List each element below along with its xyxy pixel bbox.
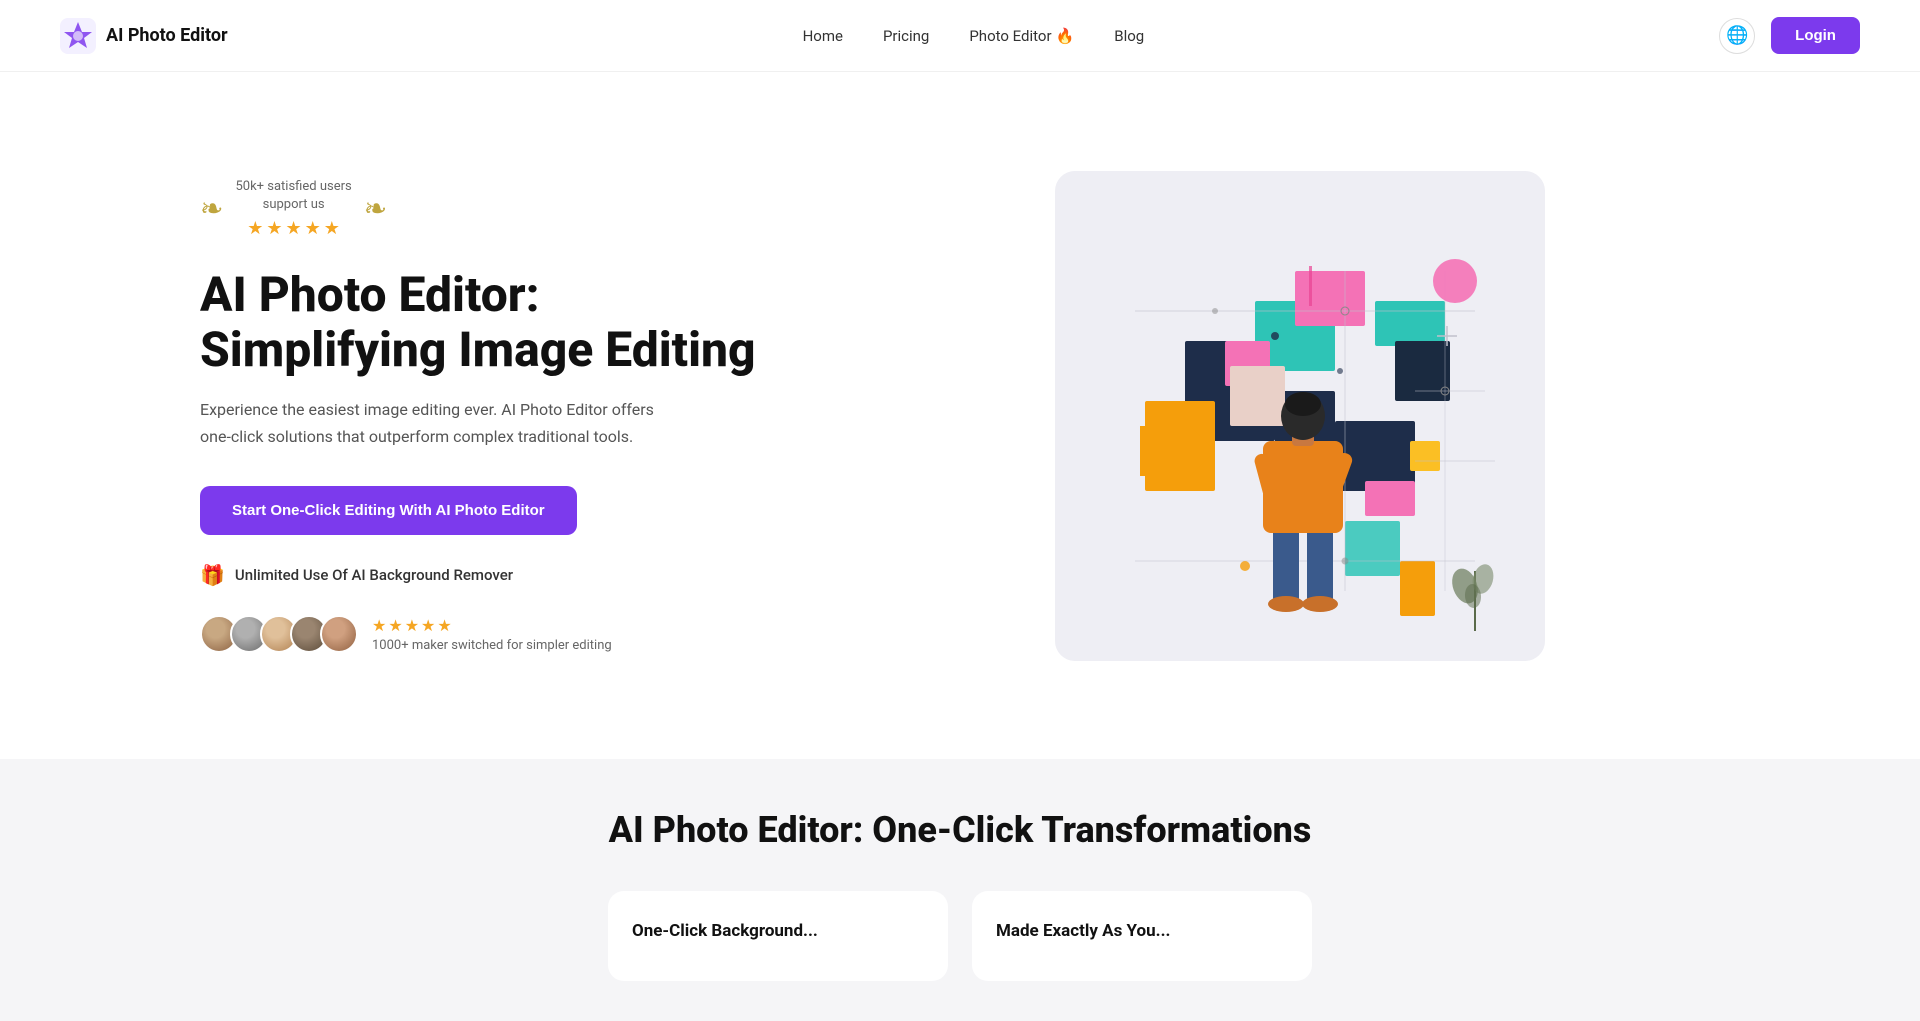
badge-text-line2: support us [263, 196, 325, 214]
nav-right: 🌐 Login [1719, 17, 1860, 54]
makers-stars: ★ ★ ★ ★ ★ [372, 616, 612, 635]
free-feature-text: Unlimited Use Of AI Background Remover [235, 566, 513, 584]
feature-card-2: Made Exactly As You... [972, 891, 1312, 981]
hero-description: Experience the easiest image editing eve… [200, 397, 680, 450]
nav-home[interactable]: Home [803, 27, 843, 45]
hero-image [1055, 171, 1545, 661]
brand-name: AI Photo Editor [106, 25, 228, 46]
star-5: ★ [324, 218, 340, 239]
badge-text-block: 50k+ satisfied users support us ★ ★ ★ ★ … [235, 178, 351, 239]
hero-section: ❧ 50k+ satisfied users support us ★ ★ ★ … [0, 72, 1920, 759]
hero-title: AI Photo Editor: Simplifying Image Editi… [200, 267, 760, 377]
makers-star-5: ★ [437, 616, 451, 635]
star-4: ★ [305, 218, 321, 239]
feature-card-1: One-Click Background... [608, 891, 948, 981]
avatars-group [200, 615, 358, 653]
makers-star-3: ★ [405, 616, 419, 635]
brand[interactable]: AI Photo Editor [60, 18, 228, 54]
feature-cards: One-Click Background... Made Exactly As … [60, 891, 1860, 981]
laurel-left: ❧ [200, 192, 223, 225]
bottom-section: AI Photo Editor: One-Click Transformatio… [0, 759, 1920, 1021]
nav-pricing[interactable]: Pricing [883, 27, 929, 45]
nav-links: Home Pricing Photo Editor 🔥 Blog [803, 27, 1145, 45]
card-1-title: One-Click Background... [632, 921, 924, 941]
star-3: ★ [286, 218, 302, 239]
badge-stars: ★ ★ ★ ★ ★ [247, 218, 340, 239]
hero-illustration [800, 171, 1800, 661]
bottom-title: AI Photo Editor: One-Click Transformatio… [60, 809, 1860, 851]
makers-star-4: ★ [421, 616, 435, 635]
gift-icon: 🎁 [200, 563, 225, 587]
login-button[interactable]: Login [1771, 17, 1860, 54]
avatar-5 [320, 615, 358, 653]
makers-star-2: ★ [388, 616, 402, 635]
free-feature: 🎁 Unlimited Use Of AI Background Remover [200, 563, 760, 587]
social-proof-badge: ❧ 50k+ satisfied users support us ★ ★ ★ … [200, 178, 760, 239]
makers-row: ★ ★ ★ ★ ★ 1000+ maker switched for simpl… [200, 615, 760, 653]
star-1: ★ [247, 218, 263, 239]
makers-star-1: ★ [372, 616, 386, 635]
hero-content: ❧ 50k+ satisfied users support us ★ ★ ★ … [200, 178, 760, 654]
laurel-right: ❧ [364, 192, 387, 225]
badge-text-line1: 50k+ satisfied users [235, 178, 351, 196]
card-2-title: Made Exactly As You... [996, 921, 1288, 941]
nav-blog[interactable]: Blog [1114, 27, 1144, 45]
globe-icon: 🌐 [1726, 25, 1748, 46]
makers-info: ★ ★ ★ ★ ★ 1000+ maker switched for simpl… [372, 616, 612, 653]
hero-art-svg [1055, 171, 1545, 661]
cta-button[interactable]: Start One-Click Editing With AI Photo Ed… [200, 486, 577, 535]
makers-text: 1000+ maker switched for simpler editing [372, 638, 612, 653]
globe-button[interactable]: 🌐 [1719, 18, 1755, 54]
brand-logo-icon [60, 18, 96, 54]
navbar: AI Photo Editor Home Pricing Photo Edito… [0, 0, 1920, 72]
nav-photo-editor[interactable]: Photo Editor 🔥 [969, 27, 1074, 45]
fire-icon: 🔥 [1056, 27, 1075, 45]
star-2: ★ [266, 218, 282, 239]
